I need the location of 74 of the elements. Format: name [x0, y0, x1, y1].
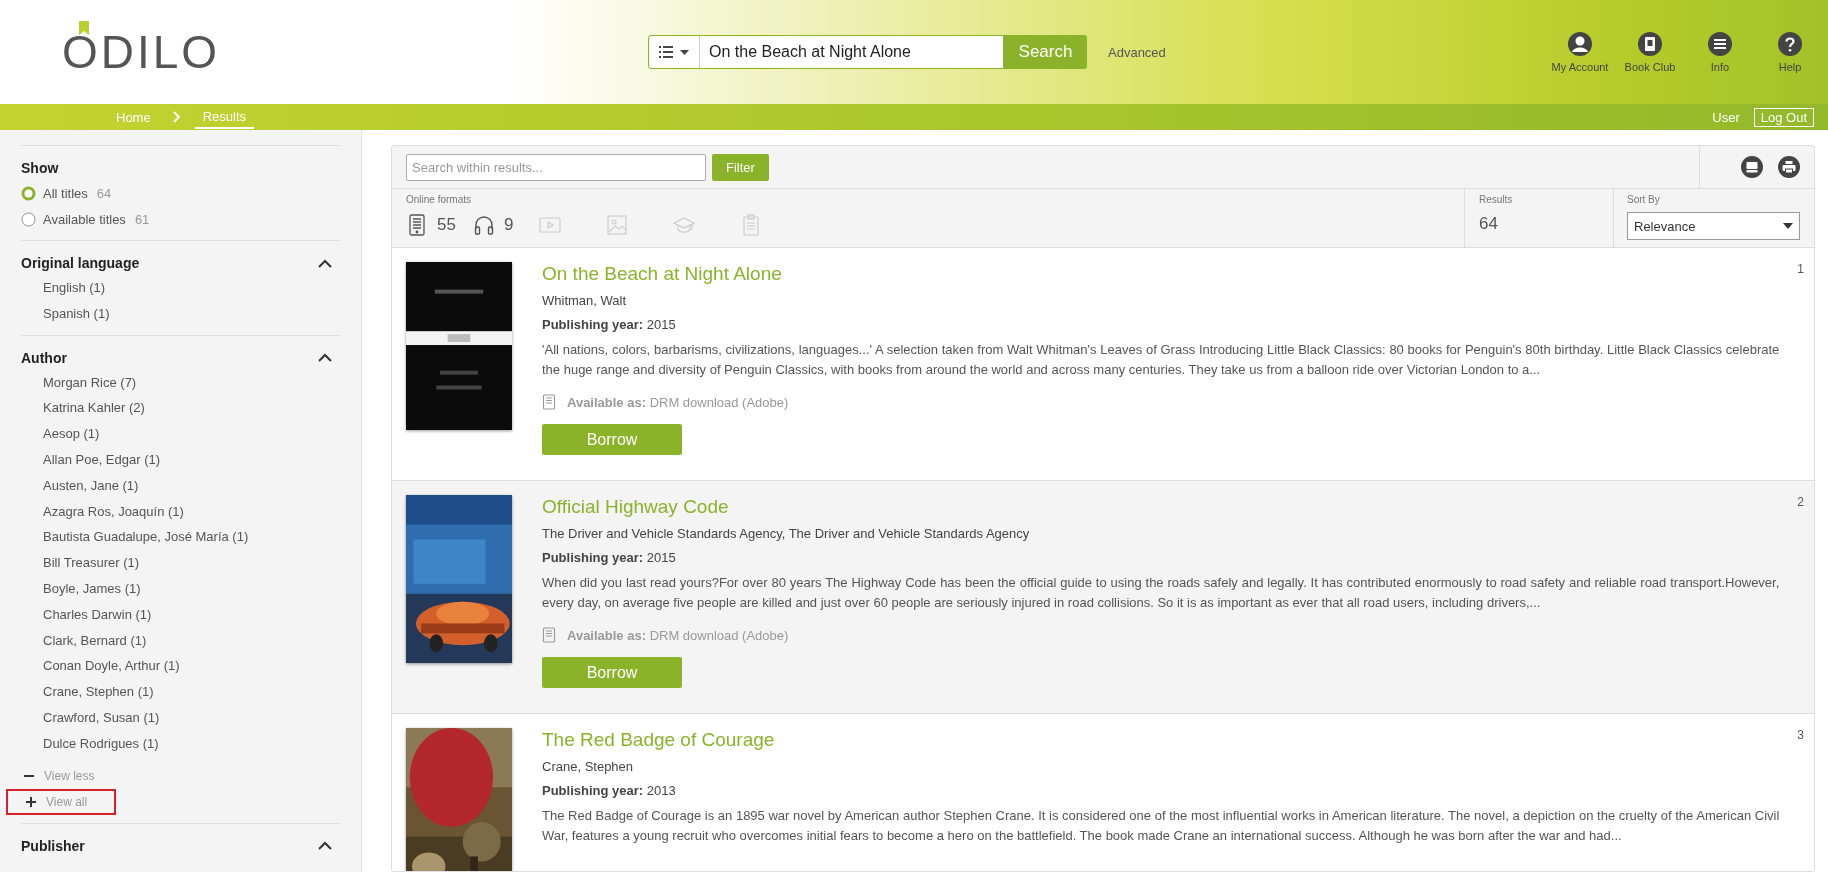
nav-item[interactable]: Info — [1688, 31, 1752, 73]
list-icon — [659, 46, 673, 58]
publishing-year: Publishing year: 2013 — [542, 783, 676, 798]
account-icon — [1568, 31, 1592, 56]
results-label: Results — [1479, 194, 1514, 205]
plus-icon — [25, 795, 37, 808]
publishing-year: Publishing year: 2015 — [542, 317, 676, 332]
result-number: 1 — [1797, 262, 1804, 278]
filter-item[interactable]: English (1) — [21, 275, 340, 301]
filter-item[interactable]: Crawford, Susan (1) — [21, 704, 340, 731]
help-icon — [1778, 31, 1802, 56]
search-field[interactable]: On the Beach at Night Alone — [648, 35, 1004, 69]
filter-item[interactable]: Aesop (1) — [21, 421, 340, 447]
headphones-icon[interactable] — [473, 214, 495, 236]
ebook-icon[interactable] — [406, 214, 428, 236]
chevron-right-icon — [172, 111, 181, 123]
radio-option[interactable]: All titles 64 — [21, 180, 340, 206]
format-count: 9 — [504, 215, 514, 235]
filter-item[interactable]: Bautista Guadalupe, José María (1) — [21, 524, 340, 551]
filter-item[interactable]: Morgan Rice (7) — [21, 369, 340, 396]
filter-item[interactable]: Clark, Bernard (1) — [21, 627, 340, 654]
book-icon — [1638, 31, 1662, 56]
description: 'All nations, colors, barbarisms, civilizations, languages...' A selection taken from Walt Whitman's Leaves of Grass Introducing Little Black Classics: 80 books for Penguin's 80th birthday. Little Black Classics celebrate the huge range and diversity of Penguin Classics, with books from around the world and across many centuries. They take us from a balloon ride over Victorian London to a... — [542, 341, 1780, 379]
author-name[interactable]: The Driver and Vehicle Standards Agency, The Driver and Vehicle Standards Agency — [542, 526, 1030, 541]
formats-label: Online formats — [406, 194, 473, 205]
ebook-icon — [542, 394, 556, 410]
print-icon[interactable] — [1778, 156, 1800, 178]
filter-item[interactable]: Crane, Stephen (1) — [21, 679, 340, 705]
caret-icon — [680, 49, 689, 55]
results-count: 64 — [1479, 214, 1499, 234]
chevron-up-icon[interactable] — [318, 258, 332, 268]
search-within-field[interactable]: Search within results... — [406, 153, 706, 181]
ebook-icon — [542, 627, 556, 643]
filter-item[interactable]: Conan Doyle, Arthur (1) — [21, 653, 340, 680]
filter-item[interactable]: Boyle, James (1) — [21, 575, 340, 602]
result-number: 3 — [1797, 728, 1804, 744]
filter-item[interactable]: Spanish (1) — [21, 300, 340, 327]
section-title: Show — [21, 160, 59, 176]
filter-item[interactable]: Allan Poe, Edgar (1) — [21, 447, 340, 473]
author-name[interactable]: Whitman, Walt — [542, 293, 627, 308]
chevron-up-icon[interactable] — [318, 841, 332, 851]
search-input[interactable]: On the Beach at Night Alone — [700, 43, 958, 61]
sort-dropdown[interactable]: Relevance — [1627, 212, 1800, 240]
description: When did you last read yours?For over 80 years The Highway Code has been the official guide to using the roads safely and legally. It has contributed enormously to road safety and reliable road transport.However, every day, on average five people are killed and just over 60 people are seriously injured in road collisions. So it is as important as ever that all road users, including drivers,... — [542, 574, 1780, 612]
logo[interactable]: ODILO — [62, 25, 262, 79]
publishing-year: Publishing year: 2015 — [542, 550, 676, 565]
bookmark-icon — [79, 21, 89, 35]
advanced-link[interactable]: Advanced — [1108, 44, 1166, 60]
format-count: 55 — [437, 215, 456, 235]
filter-item[interactable]: Bill Treasurer (1) — [21, 550, 340, 576]
filter-item[interactable]: Charles Darwin (1) — [21, 601, 340, 628]
filter-item[interactable]: Azagra Ros, Joaquín (1) — [21, 498, 340, 525]
section-title: Publisher — [21, 837, 85, 854]
availability-text: Available as: DRM download (Adobe) — [567, 394, 789, 410]
nav-item[interactable]: My Account — [1548, 31, 1612, 73]
nav-item[interactable]: Help — [1758, 31, 1822, 73]
section-title: Original language — [21, 255, 140, 271]
chevron-up-icon[interactable] — [318, 353, 332, 363]
result-number: 2 — [1797, 495, 1804, 511]
description: The Red Badge of Courage is an 1895 war novel by American author Stephen Crane. It is considered one of the most influential works in American literature. The novel, a depiction on the cruelty of the American Civil War, features a young recruit who overcomes initial fears to become a hero on the battlefield. The book made Crane an international success. Although he was born after the war and had... — [542, 807, 1780, 845]
user-name: User — [1712, 109, 1740, 125]
radio-option[interactable]: Available titles 61 — [21, 206, 340, 232]
nav-item[interactable]: Book Club — [1618, 31, 1682, 73]
tray-icon[interactable] — [1741, 156, 1763, 178]
availability-text: Available as: DRM download (Adobe) — [567, 627, 789, 643]
author-name[interactable]: Crane, Stephen — [542, 759, 634, 774]
caret-icon — [1783, 223, 1793, 229]
filter-item[interactable]: Austen, Jane (1) — [21, 472, 340, 499]
filter-item[interactable]: Katrina Kahler (2) — [21, 395, 340, 422]
clipboard-icon[interactable] — [740, 214, 762, 236]
sort-label: Sort By — [1627, 194, 1661, 205]
section-title: Author — [21, 349, 67, 366]
filter-item[interactable]: Dulce Rodrigues (1) — [21, 730, 340, 757]
menu-icon — [1708, 31, 1732, 56]
